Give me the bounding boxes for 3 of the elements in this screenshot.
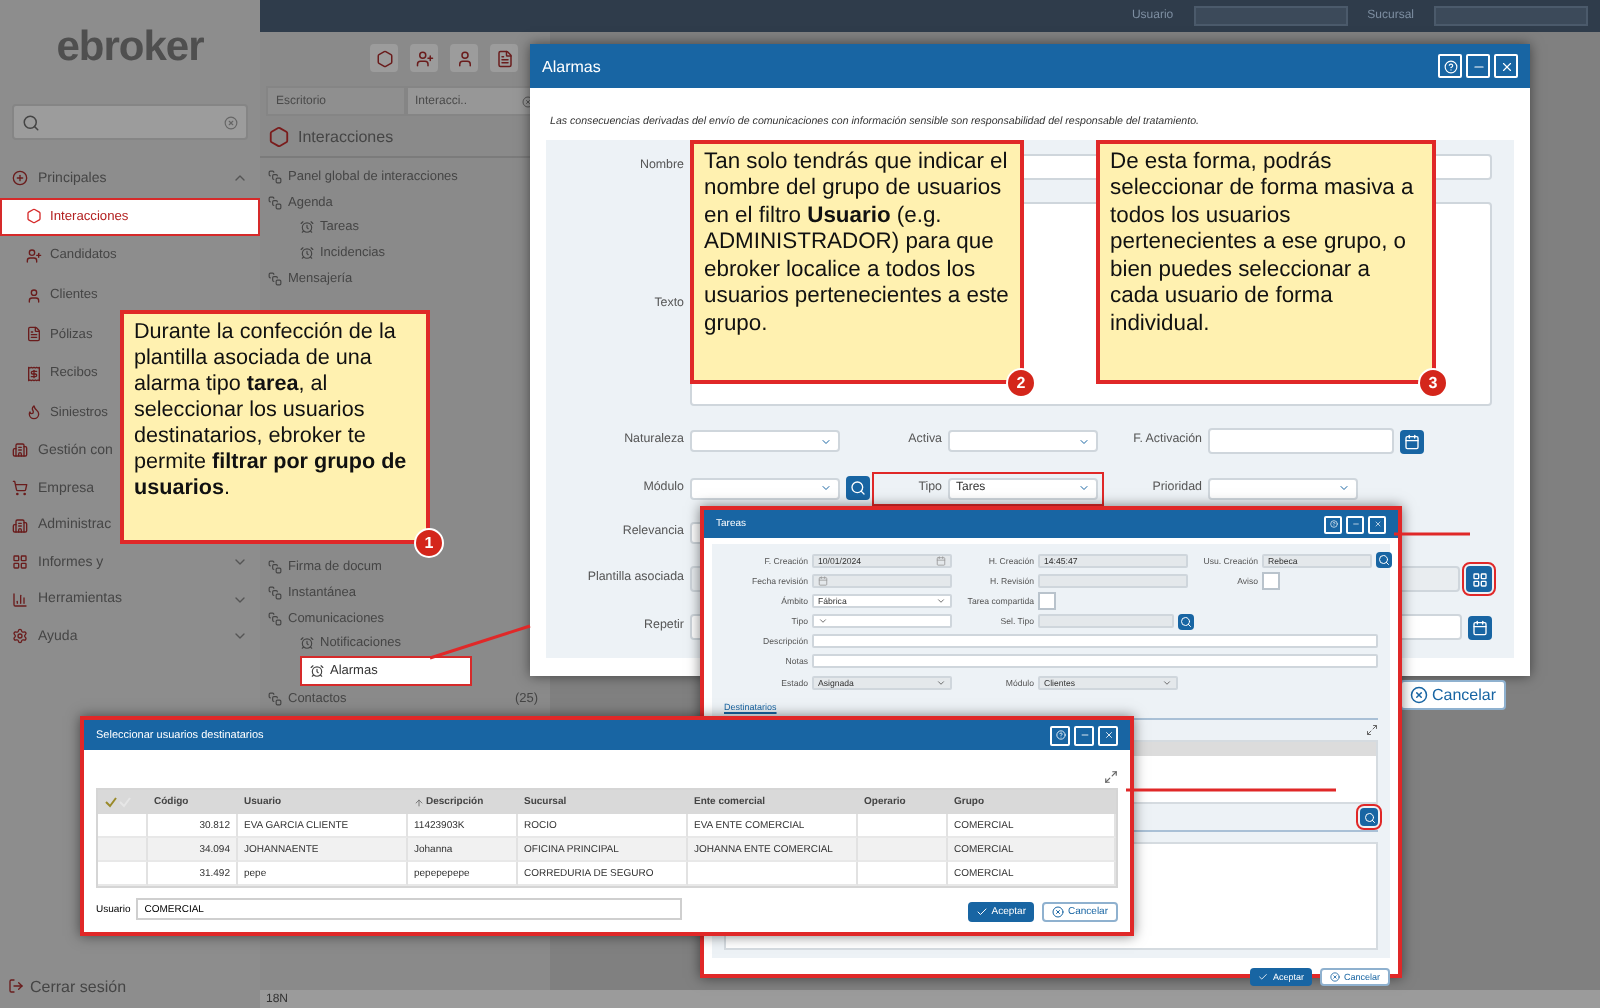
logo: ebroker [56, 24, 204, 72]
section-title: Interacciones [298, 127, 394, 145]
dialog-title: Alarmas [542, 57, 601, 75]
